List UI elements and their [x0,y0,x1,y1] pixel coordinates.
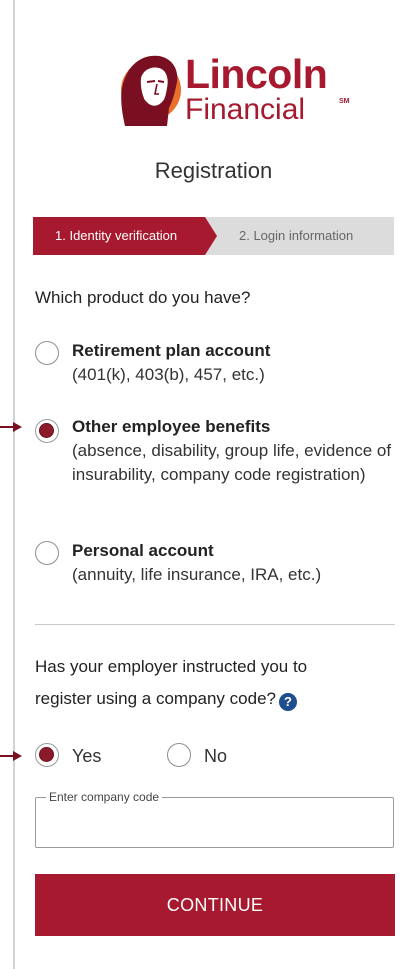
question-circle-icon[interactable]: ? [278,693,297,711]
company-code-question-line2: register using a company code?? [35,684,297,714]
page-title: Registration [154,158,273,183]
radio-option-description: (annuity, life insurance, IRA, etc.) [72,565,322,584]
arrow-right-icon [0,751,22,761]
radio-option-title: Retirement plan account [72,341,271,360]
step-identity-verification: 1. Identity verification [33,217,217,255]
radio-option-title: Other employee benefits [72,417,271,436]
logo-wordmark-lincoln: Lincoln [185,51,328,97]
radio-yes-label: Yes [72,746,102,766]
radio-button-selected[interactable] [35,743,59,767]
radio-option-description: (absence, disability, group life, eviden… [72,441,392,484]
radio-yes[interactable]: Yes [35,743,125,769]
radio-button[interactable] [167,743,191,767]
logo-wordmark-financial: Financial [185,93,306,126]
section-divider [35,624,395,625]
radio-no[interactable]: No [167,743,257,769]
card-left-border [13,0,15,969]
service-mark: SM [339,98,350,105]
company-code-question-text: register using a company code? [35,689,276,708]
radio-button-selected[interactable] [35,419,59,443]
company-code-field[interactable]: Enter company code [35,789,394,848]
company-code-field-label: Enter company code [46,789,163,805]
radio-option-text: Personal account (annuity, life insuranc… [72,539,402,587]
radio-no-label: No [204,746,228,766]
company-code-question-line1: Has your employer instructed you to [35,657,308,676]
step-login-information: 2. Login information [205,217,394,255]
radio-button[interactable] [35,541,59,565]
radio-option-text: Other employee benefits (absence, disabi… [72,415,402,487]
company-code-input[interactable] [44,810,384,838]
radio-option-title: Personal account [72,541,214,560]
radio-option-text: Retirement plan account (401(k), 403(b),… [72,339,402,387]
lincoln-portrait-icon [121,55,181,126]
lincoln-financial-logo[interactable]: Lincoln Financial SM [111,48,350,132]
progress-stepper: 2. Login information 1. Identity verific… [33,217,394,255]
radio-option-description: (401(k), 403(b), 457, etc.) [72,365,265,384]
arrow-right-icon [0,422,22,432]
product-question: Which product do you have? [35,288,251,307]
radio-button[interactable] [35,341,59,365]
continue-button[interactable]: CONTINUE [35,874,395,936]
